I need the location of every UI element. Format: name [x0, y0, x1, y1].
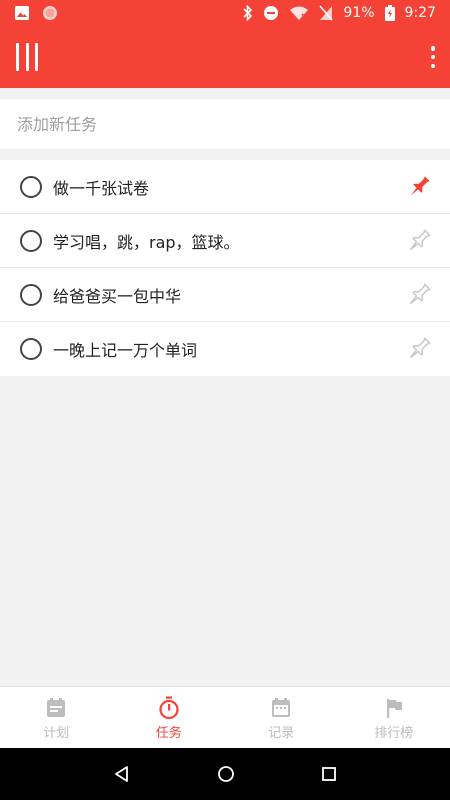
- nav-label: 计划: [43, 726, 70, 741]
- home-icon[interactable]: [217, 765, 235, 783]
- task-item[interactable]: 学习唱，跳，rap，篮球。: [0, 214, 450, 268]
- nav-label: 记录: [268, 726, 295, 741]
- nav-label: 任务: [155, 726, 182, 741]
- calendar-icon: [272, 698, 291, 717]
- checkbox-circle-icon[interactable]: [20, 175, 42, 198]
- plan-icon: [47, 698, 66, 717]
- menu-icon[interactable]: [16, 43, 38, 71]
- app-bar: [0, 26, 450, 88]
- nav-item-plan[interactable]: 计划: [0, 687, 113, 748]
- task-item[interactable]: 一晚上记一万个单词: [0, 322, 450, 376]
- status-bar: 91% 9:27: [0, 0, 450, 26]
- nav-item-leaderboard[interactable]: 排行榜: [338, 687, 450, 748]
- bottom-nav: 计划 任务 记录 排行榜: [0, 686, 450, 748]
- flag-icon: [386, 699, 402, 718]
- pin-icon-active[interactable]: [404, 172, 434, 202]
- dnd-icon: [263, 5, 279, 21]
- battery-charging-icon: [384, 5, 395, 21]
- task-text: 学习唱，跳，rap，篮球。: [53, 232, 240, 252]
- task-text: 做一千张试卷: [53, 178, 150, 198]
- checkbox-circle-icon[interactable]: [20, 283, 42, 306]
- wifi-icon: [289, 5, 309, 21]
- pin-icon[interactable]: [404, 334, 434, 364]
- nav-item-task[interactable]: 任务: [113, 687, 226, 748]
- image-icon: [14, 5, 30, 21]
- back-icon[interactable]: [113, 765, 131, 783]
- task-item[interactable]: 做一千张试卷: [0, 160, 450, 214]
- pin-icon[interactable]: [404, 226, 434, 256]
- task-text: 一晚上记一万个单词: [53, 341, 198, 360]
- checkbox-circle-icon[interactable]: [20, 338, 42, 360]
- task-list: 做一千张试卷 学习唱，跳，rap，篮球。 给爸爸买一包中华 一晚上记一万个单词: [0, 160, 450, 376]
- no-sim-icon: [319, 5, 333, 21]
- system-nav-bar: [0, 748, 450, 800]
- add-task-input[interactable]: [17, 114, 450, 134]
- nav-label: 排行榜: [374, 726, 414, 741]
- more-vert-icon[interactable]: [430, 46, 436, 68]
- pin-icon[interactable]: [404, 280, 434, 310]
- add-task-bar: [0, 99, 450, 149]
- recents-icon[interactable]: [321, 766, 337, 782]
- checkbox-circle-icon[interactable]: [20, 229, 42, 252]
- timer-icon: [159, 696, 179, 720]
- clock: 9:27: [404, 5, 436, 21]
- nav-item-record[interactable]: 记录: [225, 687, 338, 748]
- battery-percent: 91%: [343, 5, 375, 21]
- record-icon: [42, 5, 58, 21]
- task-item[interactable]: 给爸爸买一包中华: [0, 268, 450, 322]
- task-text: 给爸爸买一包中华: [53, 286, 182, 306]
- bluetooth-icon: [243, 5, 253, 21]
